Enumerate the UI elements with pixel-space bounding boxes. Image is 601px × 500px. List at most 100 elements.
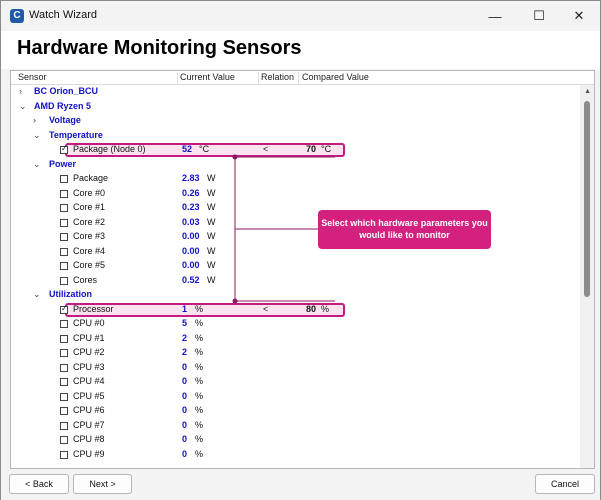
cancel-button[interactable]: Cancel (535, 474, 595, 494)
sensor-row[interactable]: Core #4 0.00 W (11, 245, 581, 260)
tree-node-voltage[interactable]: › Voltage (11, 114, 581, 129)
title-bar: C Watch Wizard — ☐ ✕ (1, 1, 600, 31)
chevron-right-icon[interactable]: › (19, 86, 22, 96)
tree-label-cpu: AMD Ryzen 5 (34, 100, 92, 111)
sensor-row[interactable]: Processor 1 % < 80 % (11, 303, 581, 318)
current-unit: % (195, 419, 204, 430)
current-unit: % (195, 434, 204, 444)
current-unit: W (207, 231, 216, 241)
current-unit: % (195, 376, 204, 386)
tree-node-cpu[interactable]: ⌄ AMD Ryzen 5 (11, 100, 581, 115)
checkbox-icon[interactable] (60, 204, 68, 212)
column-sensor[interactable]: Sensor (18, 72, 47, 82)
sensor-row[interactable]: Core #5 0.00 W (11, 259, 581, 274)
relation-select[interactable]: < (263, 144, 268, 154)
sensor-row[interactable]: Package 2.83 W (11, 172, 581, 187)
checkbox-icon[interactable] (60, 421, 68, 430)
tree-node-utilization[interactable]: ⌄ Utilization (11, 288, 581, 303)
checkbox-icon[interactable] (60, 247, 68, 256)
column-current-value[interactable]: Current Value (180, 72, 235, 82)
checkbox-icon[interactable] (60, 349, 68, 357)
sensor-row[interactable]: Core #1 0.23 W (11, 201, 581, 216)
sensor-row[interactable]: Core #0 0.26 W (11, 187, 581, 202)
chevron-down-icon[interactable]: ⌄ (33, 289, 41, 300)
current-unit: % (195, 332, 204, 343)
checkbox-icon[interactable] (60, 363, 68, 372)
compared-value-input[interactable]: 80 (292, 304, 316, 314)
sensor-row[interactable]: CPU #5 0 % (11, 390, 581, 405)
back-button[interactable]: < Back (9, 474, 69, 494)
checkbox-icon[interactable] (60, 450, 68, 459)
sensor-row[interactable]: Core #2 0.03 W (11, 216, 581, 231)
page-title: Hardware Monitoring Sensors (17, 37, 302, 59)
next-button[interactable]: Next > (73, 474, 132, 494)
sensor-row[interactable]: CPU #8 0 % (11, 433, 581, 448)
checkbox-icon[interactable] (60, 436, 68, 444)
current-unit: % (195, 361, 204, 372)
checkbox-icon[interactable] (60, 233, 68, 241)
compared-value-input[interactable]: 70 (292, 144, 316, 154)
sensor-row[interactable]: Package (Node 0) 52 °C < 70 °C (11, 143, 581, 158)
sensor-tree-panel: Sensor Current Value Relation Compared V… (10, 70, 595, 469)
checkbox-icon[interactable] (60, 407, 68, 415)
vertical-scrollbar[interactable]: ▲ (580, 85, 594, 468)
checkbox-icon[interactable] (60, 334, 68, 343)
sensor-row[interactable]: CPU #4 0 % (11, 375, 581, 390)
sensor-row[interactable]: CPU #9 0 % (11, 448, 581, 463)
sensor-label: CPU #0 (73, 318, 105, 328)
tree-node-power[interactable]: ⌄ Power (11, 158, 581, 173)
tree-label-temperature: Temperature (49, 129, 103, 140)
close-button[interactable]: ✕ (558, 1, 600, 31)
maximize-button[interactable]: ☐ (518, 1, 560, 31)
checkbox-icon[interactable] (60, 189, 68, 198)
checkbox-icon[interactable] (60, 144, 68, 154)
current-unit: W (207, 202, 216, 212)
sensor-row[interactable]: CPU #2 2 % (11, 346, 581, 361)
chevron-down-icon[interactable]: ⌄ (33, 130, 41, 141)
sensor-row[interactable]: CPU #6 0 % (11, 404, 581, 419)
relation-select[interactable]: < (263, 304, 268, 314)
sensor-row[interactable]: CPU #7 0 % (11, 419, 581, 434)
minimize-button[interactable]: — (474, 1, 516, 31)
sensor-label: CPU #2 (73, 347, 105, 357)
column-relation[interactable]: Relation (261, 72, 294, 82)
checkbox-icon[interactable] (60, 276, 68, 285)
scroll-up-arrow-icon[interactable]: ▲ (584, 88, 591, 95)
chevron-right-icon[interactable]: › (33, 115, 36, 125)
sensor-row[interactable]: CPU #1 2 % (11, 332, 581, 347)
checkbox-icon[interactable] (60, 392, 68, 401)
current-value: 0 (182, 405, 188, 415)
scrollbar-thumb[interactable] (584, 101, 590, 297)
current-unit: W (207, 216, 216, 227)
sensor-row[interactable]: CPU #0 5 % (11, 317, 581, 332)
wizard-button-bar: < Back Next > Cancel (1, 471, 600, 500)
current-value: 0 (182, 434, 188, 444)
current-unit: % (195, 303, 204, 314)
sensor-row[interactable]: CPU #3 0 % (11, 361, 581, 376)
chevron-down-icon[interactable]: ⌄ (33, 159, 41, 170)
checkbox-icon[interactable] (60, 378, 68, 386)
checkbox-icon[interactable] (60, 175, 68, 183)
sensor-label: Processor (73, 303, 114, 314)
chevron-down-icon[interactable]: ⌄ (19, 101, 27, 112)
sensor-label: Package (73, 173, 109, 183)
current-value: 2.83 (182, 173, 200, 183)
current-unit: % (195, 448, 204, 459)
current-unit: % (195, 318, 204, 328)
sensor-row[interactable]: Cores 0.52 W (11, 274, 581, 289)
column-divider (298, 72, 299, 84)
column-compared-value[interactable]: Compared Value (302, 72, 369, 82)
sensor-label: Core #2 (73, 216, 106, 227)
sensor-label: Core #4 (73, 245, 106, 256)
tree-node-bc[interactable]: › BC Orion_BCU (11, 85, 581, 100)
checkbox-icon[interactable] (60, 218, 68, 227)
sensor-label: CPU #5 (73, 390, 105, 401)
tree-node-temperature[interactable]: ⌄ Temperature (11, 129, 581, 144)
checkbox-icon[interactable] (60, 262, 68, 270)
current-value: 5 (182, 318, 188, 328)
checkbox-icon[interactable] (60, 320, 68, 328)
sensor-row[interactable]: Core #3 0.00 W (11, 230, 581, 245)
current-value: 0 (182, 361, 188, 372)
checkbox-icon[interactable] (60, 304, 68, 314)
sensor-label: Cores (73, 274, 98, 285)
